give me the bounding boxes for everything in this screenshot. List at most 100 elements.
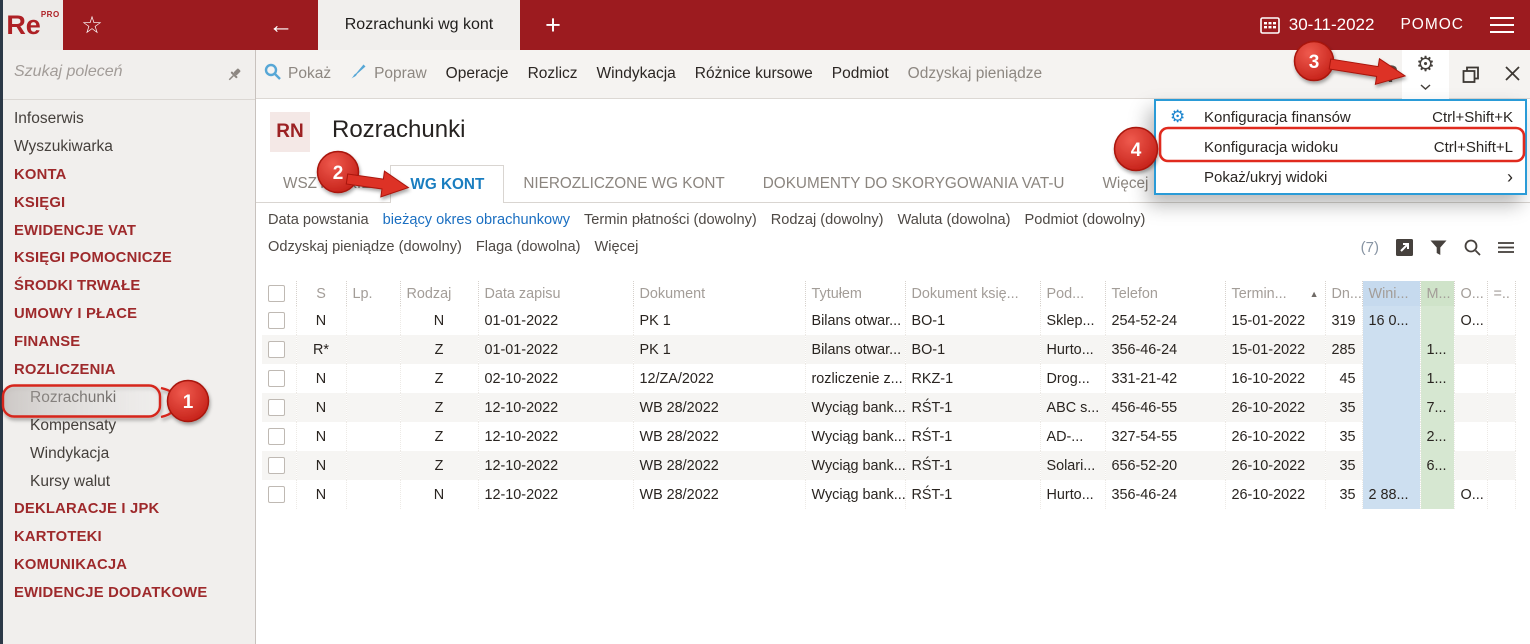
cell-ma[interactable] <box>1420 480 1455 509</box>
cell-data[interactable]: 12-10-2022 <box>478 422 634 451</box>
cell-o[interactable]: O... <box>1454 480 1488 509</box>
tab-wszystkie[interactable]: WSZYSTKIE <box>264 165 390 202</box>
cell-telefon[interactable]: 356-46-24 <box>1105 480 1226 509</box>
cell-winien[interactable]: 16 0... <box>1362 306 1421 335</box>
cell-dokument[interactable]: PK 1 <box>633 306 806 335</box>
cell-dokument[interactable]: 12/ZA/2022 <box>633 364 806 393</box>
cell-termin[interactable]: 16-10-2022 <box>1225 364 1326 393</box>
sidebar-item-wyszukiwarka[interactable]: Wyszukiwarka <box>0 133 255 161</box>
cell-termin[interactable]: 15-01-2022 <box>1225 306 1326 335</box>
sidebar-item-księgi-pomocnicze[interactable]: KSIĘGI POMOCNICZE <box>0 244 255 272</box>
cell-select[interactable] <box>262 480 297 509</box>
row-checkbox[interactable] <box>268 486 285 503</box>
pin-icon[interactable] <box>226 66 243 88</box>
cell-extra[interactable] <box>1487 335 1516 364</box>
cell-o[interactable] <box>1454 393 1488 422</box>
cell-s[interactable]: N <box>296 364 347 393</box>
table-row[interactable]: N N 01-01-2022 PK 1 Bilans otwar... BO-1 Sklep… <box>262 306 1516 335</box>
filter-odzyskaj-pieniądze-dowolny[interactable]: Odzyskaj pieniądze (dowolny) <box>268 239 462 255</box>
cell-rodzaj[interactable]: Z <box>400 335 479 364</box>
cell-o[interactable]: O... <box>1454 306 1488 335</box>
cell-extra[interactable] <box>1487 393 1516 422</box>
cell-dn[interactable]: 285 <box>1325 335 1363 364</box>
cell-tytulem[interactable]: Wyciąg bank... <box>805 422 906 451</box>
cell-winien[interactable]: 2 88... <box>1362 480 1421 509</box>
column-header-lp[interactable]: Lp. <box>346 281 401 306</box>
cell-dokument[interactable]: WB 28/2022 <box>633 480 806 509</box>
cell-telefon[interactable]: 254-52-24 <box>1105 306 1226 335</box>
sidebar-item-rozliczenia[interactable]: ROZLICZENIA <box>0 356 255 384</box>
cell-rodzaj[interactable]: N <box>400 306 479 335</box>
cell-data[interactable]: 12-10-2022 <box>478 451 634 480</box>
sidebar-item-windykacja[interactable]: Windykacja <box>0 440 255 468</box>
cell-termin[interactable]: 26-10-2022 <box>1225 480 1326 509</box>
cell-dn[interactable]: 35 <box>1325 393 1363 422</box>
command-windykacja[interactable]: Windykacja <box>597 65 676 83</box>
menu-item-konfiguracja-widoku[interactable]: Konfiguracja widoku Ctrl+Shift+L <box>1156 132 1525 162</box>
table-row[interactable]: N Z 02-10-2022 12/ZA/2022 rozliczenie z... RK… <box>262 364 1516 393</box>
cell-select[interactable] <box>262 422 297 451</box>
cell-rodzaj[interactable]: Z <box>400 393 479 422</box>
cell-winien[interactable] <box>1362 364 1421 393</box>
column-header-pod[interactable]: Pod... <box>1040 281 1106 306</box>
cell-lp[interactable] <box>346 364 401 393</box>
cell-dok_ksieg[interactable]: RKZ-1 <box>905 364 1041 393</box>
cell-extra[interactable] <box>1487 451 1516 480</box>
sidebar-item-środki-trwałe[interactable]: ŚRODKI TRWAŁE <box>0 272 255 300</box>
cell-dok_ksieg[interactable]: BO-1 <box>905 335 1041 364</box>
cell-extra[interactable] <box>1487 480 1516 509</box>
cell-winien[interactable] <box>1362 422 1421 451</box>
help-link[interactable]: POMOC <box>1400 16 1464 34</box>
cell-termin[interactable]: 15-01-2022 <box>1225 335 1326 364</box>
command-popraw[interactable]: Popraw <box>350 63 427 85</box>
cell-dok_ksieg[interactable]: RŚT-1 <box>905 480 1041 509</box>
cell-s[interactable]: N <box>296 480 347 509</box>
cell-ma[interactable]: 6... <box>1420 451 1455 480</box>
cell-pod[interactable]: Hurto... <box>1040 335 1106 364</box>
cell-data[interactable]: 01-01-2022 <box>478 335 634 364</box>
cell-ma[interactable]: 2... <box>1420 422 1455 451</box>
cell-o[interactable] <box>1454 364 1488 393</box>
column-header-rodzaj[interactable]: Rodzaj <box>400 281 479 306</box>
cell-s[interactable]: R* <box>296 335 347 364</box>
cell-pod[interactable]: ABC s... <box>1040 393 1106 422</box>
cell-dokument[interactable]: WB 28/2022 <box>633 393 806 422</box>
cell-dn[interactable]: 35 <box>1325 422 1363 451</box>
cell-o[interactable] <box>1454 335 1488 364</box>
cell-select[interactable] <box>262 393 297 422</box>
cell-extra[interactable] <box>1487 364 1516 393</box>
cell-termin[interactable]: 26-10-2022 <box>1225 393 1326 422</box>
sidebar-item-umowy-i-płace[interactable]: UMOWY I PŁACE <box>0 300 255 328</box>
filter-waluta-dowolna[interactable]: Waluta (dowolna) <box>898 212 1011 228</box>
column-header-data[interactable]: Data zapisu <box>478 281 634 306</box>
cell-winien[interactable] <box>1362 393 1421 422</box>
table-row[interactable]: N N 12-10-2022 WB 28/2022 Wyciąg bank... RŚT-… <box>262 480 1516 509</box>
row-checkbox[interactable] <box>268 428 285 445</box>
column-header-termin[interactable]: ▲ Termin... <box>1225 281 1326 306</box>
column-header-telefon[interactable]: Telefon <box>1105 281 1226 306</box>
restore-window-icon[interactable] <box>1462 66 1480 89</box>
cell-dok_ksieg[interactable]: RŚT-1 <box>905 393 1041 422</box>
filter-podmiot-dowolny[interactable]: Podmiot (dowolny) <box>1025 212 1146 228</box>
column-header-o[interactable]: O... <box>1454 281 1488 306</box>
command-rozlicz[interactable]: Rozlicz <box>528 65 578 83</box>
row-checkbox[interactable] <box>268 457 285 474</box>
cell-lp[interactable] <box>346 422 401 451</box>
cell-dokument[interactable]: WB 28/2022 <box>633 422 806 451</box>
cell-dn[interactable]: 35 <box>1325 480 1363 509</box>
cell-pod[interactable]: Drog... <box>1040 364 1106 393</box>
sidebar-item-ewidencje-vat[interactable]: EWIDENCJE VAT <box>0 217 255 245</box>
sidebar-item-ewidencje-dodatkowe[interactable]: EWIDENCJE DODATKOWE <box>0 579 255 607</box>
sidebar-item-księgi[interactable]: KSIĘGI <box>0 189 255 217</box>
row-checkbox[interactable] <box>268 370 285 387</box>
table-row[interactable]: N Z 12-10-2022 WB 28/2022 Wyciąg bank... RŚT-… <box>262 393 1516 422</box>
column-header-ma[interactable]: M... <box>1420 281 1455 306</box>
cell-lp[interactable] <box>346 335 401 364</box>
cell-data[interactable]: 12-10-2022 <box>478 480 634 509</box>
back-arrow-icon[interactable]: ← <box>258 0 304 50</box>
cell-termin[interactable]: 26-10-2022 <box>1225 422 1326 451</box>
cell-telefon[interactable]: 356-46-24 <box>1105 335 1226 364</box>
table-row[interactable]: R* Z 01-01-2022 PK 1 Bilans otwar... BO-1 Hurt… <box>262 335 1516 364</box>
filter-flaga-dowolna[interactable]: Flaga (dowolna) <box>476 239 581 255</box>
cell-tytulem[interactable]: rozliczenie z... <box>805 364 906 393</box>
